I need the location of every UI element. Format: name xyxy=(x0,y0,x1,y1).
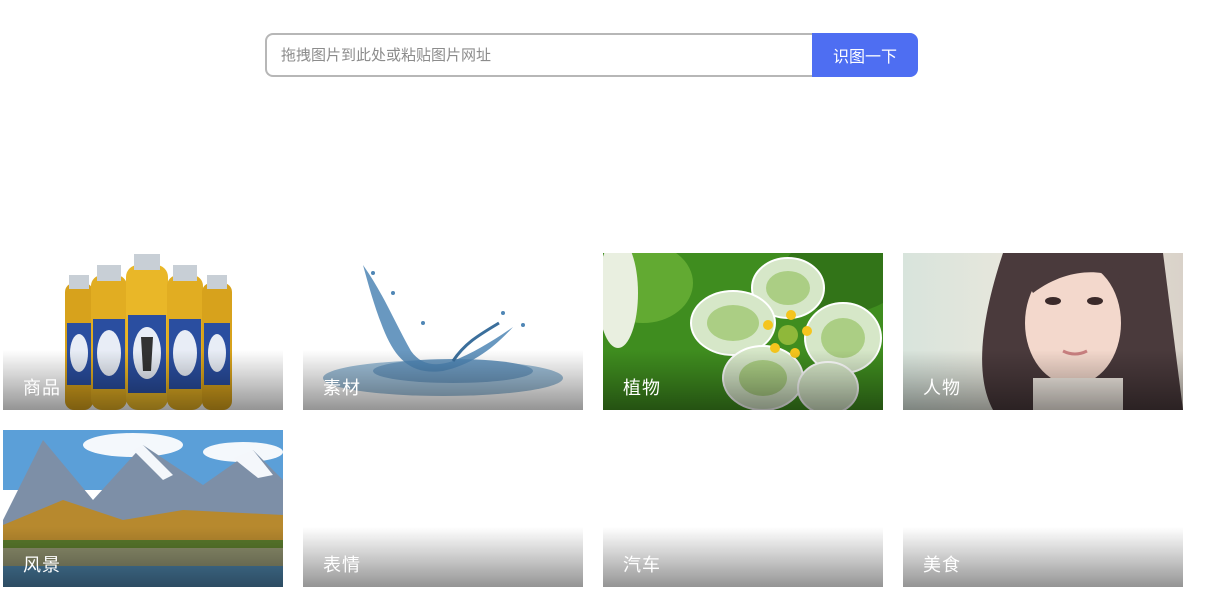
category-label: 汽车 xyxy=(623,555,661,576)
category-tile-products[interactable]: 商品 xyxy=(3,253,283,410)
category-tile-cars[interactable]: 汽车 xyxy=(603,430,883,587)
category-label: 表情 xyxy=(323,555,361,576)
category-label: 人物 xyxy=(923,378,961,399)
category-label: 风景 xyxy=(23,555,61,576)
identify-image-button[interactable]: 识图一下 xyxy=(812,33,918,77)
image-url-input[interactable] xyxy=(265,33,812,77)
category-tile-people[interactable]: 人物 xyxy=(903,253,1183,410)
category-label: 美食 xyxy=(923,555,961,576)
category-tile-emoticons[interactable]: 表情 xyxy=(303,430,583,587)
search-bar: 识图一下 xyxy=(265,33,918,77)
category-tile-scenery[interactable]: 风景 xyxy=(3,430,283,587)
category-tile-plants[interactable]: 植物 xyxy=(603,253,883,410)
category-tile-food[interactable]: 美食 xyxy=(903,430,1183,587)
category-label: 商品 xyxy=(23,378,61,399)
category-tile-materials[interactable]: 素材 xyxy=(303,253,583,410)
category-label: 植物 xyxy=(623,378,661,399)
category-label: 素材 xyxy=(323,378,361,399)
